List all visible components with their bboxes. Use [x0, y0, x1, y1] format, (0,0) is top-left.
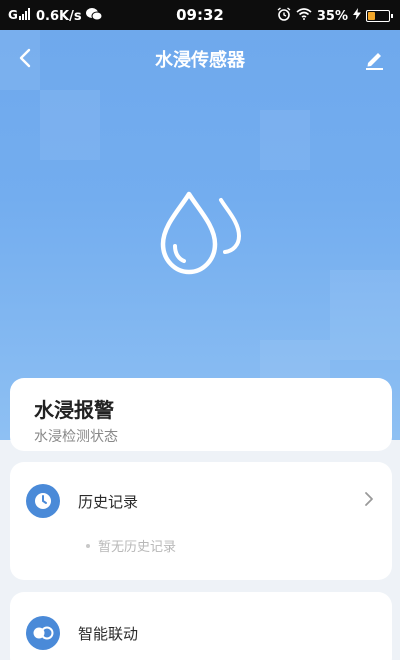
- chevron-right-icon[interactable]: [362, 490, 376, 508]
- battery-icon: [366, 10, 393, 22]
- linkage-card[interactable]: 智能联动: [10, 592, 392, 660]
- toggle-link-icon: [26, 616, 60, 650]
- water-drop-icon: [155, 190, 247, 276]
- alarm-title: 水浸报警: [34, 398, 114, 422]
- battery-percent: 35%: [316, 8, 348, 24]
- alarm-subtitle: 水浸检测状态: [34, 429, 118, 445]
- charging-icon: [353, 8, 361, 24]
- status-bar: G 0.6K/s 09:32 35%: [0, 0, 400, 30]
- history-empty-text: 暂无历史记录: [98, 540, 177, 555]
- history-card[interactable]: 历史记录 暂无历史记录: [10, 462, 392, 580]
- wifi-icon: [296, 8, 312, 24]
- page-title: 水浸传感器: [155, 50, 245, 71]
- history-empty-state: 暂无历史记录: [86, 536, 176, 555]
- pencil-icon: [366, 53, 383, 70]
- edit-button[interactable]: [358, 42, 390, 74]
- alarm-card: 水浸报警 水浸检测状态: [10, 378, 392, 451]
- linkage-label: 智能联动: [78, 625, 139, 643]
- bullet-dot: [86, 543, 90, 548]
- history-label: 历史记录: [78, 493, 139, 511]
- clock-icon: [26, 484, 60, 518]
- alarm-clock-icon: [277, 7, 291, 25]
- nav-bar: 水浸传感器: [0, 30, 400, 86]
